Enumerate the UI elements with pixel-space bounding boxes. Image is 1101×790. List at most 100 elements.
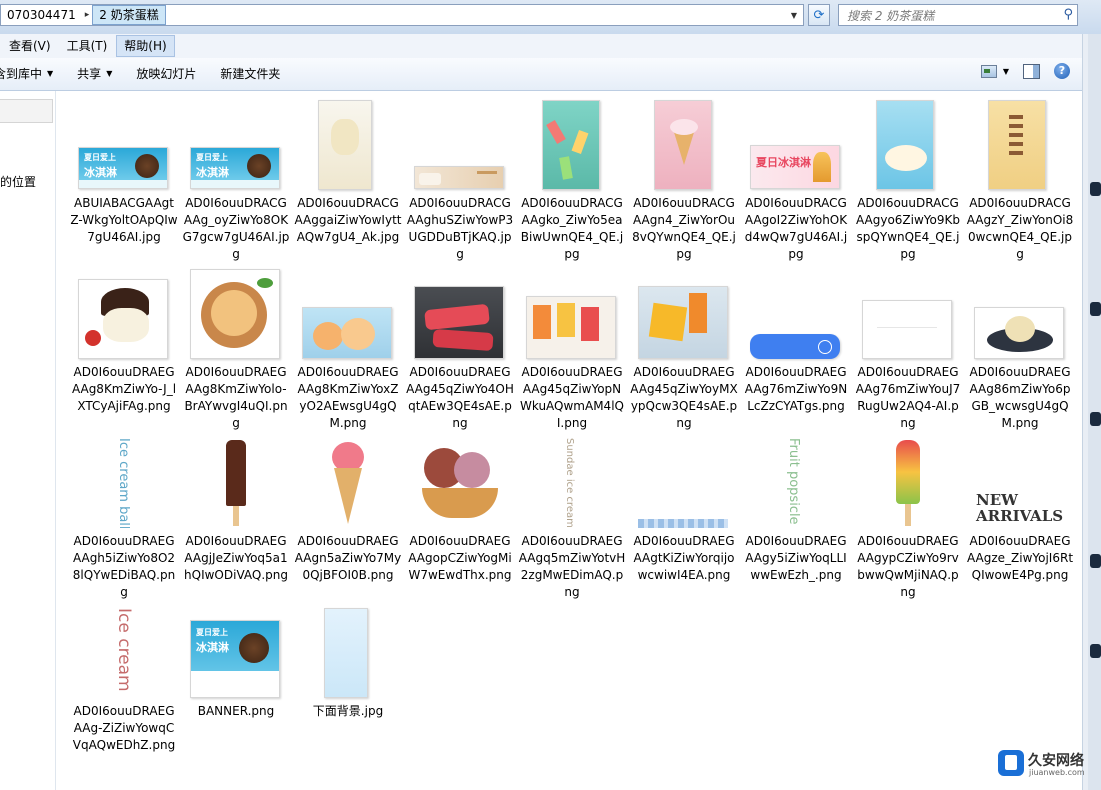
image-thumbnail: 夏日爱上 冰淇淋: [78, 147, 168, 189]
image-thumbnail: [750, 334, 840, 359]
refresh-button[interactable]: ⟳: [808, 4, 830, 26]
file-name: AD0I6ouuDRAEGAAgze_ZiwYojI6RtQIwowE4Pg.p…: [966, 534, 1074, 582]
image-thumbnail: [892, 438, 924, 528]
file-list: 夏日爱上 冰淇淋 ABUIABACGAAgtZ-WkgYoltOApQIw7gU…: [56, 91, 1082, 790]
file-name: AD0I6ouuDRAEGAAgopCZiwYogMiW7wEwdThx.png: [408, 534, 512, 582]
thumb-text: Fruit popsicle: [786, 438, 801, 525]
thumb-text: 冰淇淋: [196, 166, 229, 179]
menu-bar: 查看(V) 工具(T) 帮助(H): [0, 34, 1082, 59]
address-row: 070304471 ▸ 2 奶茶蛋糕 ▼ ⟳ ⚲: [0, 0, 1101, 34]
image-thumbnail: Ice cream ball: [116, 438, 132, 528]
image-thumbnail: [638, 519, 728, 528]
logo-icon: [998, 750, 1024, 776]
thumb-text: 夏日爱上: [196, 628, 228, 637]
image-thumbnail: [78, 279, 168, 359]
file-name: AD0I6ouuDRAEGAAg8KmZiwYoxZyO2AEwsgU4gQM.…: [297, 365, 399, 430]
slideshow-button[interactable]: 放映幻灯片: [124, 62, 208, 86]
image-thumbnail: [638, 286, 728, 359]
file-name: AD0I6ouuDRAEGAAg45qZiwYo4OHqtAEw3QE4sAE.…: [406, 365, 514, 430]
breadcrumb-current[interactable]: 2 奶茶蛋糕: [92, 5, 166, 25]
thumb-text: 冰淇淋: [196, 641, 229, 654]
change-view-button[interactable]: ▼: [980, 64, 1009, 78]
image-thumbnail: [862, 300, 952, 359]
nav-item[interactable]: [0, 99, 53, 123]
chevron-down-icon: ▼: [106, 69, 113, 78]
thumb-text: 夏日爱上: [196, 153, 228, 162]
thumb-text: 夏日冰淇淋: [756, 156, 811, 169]
include-library-button[interactable]: 含到库中 ▼: [0, 62, 65, 86]
include-library-label: 含到库中: [0, 67, 43, 81]
file-name: AD0I6ouuDRACGAAgn4_ZiwYorOu8vQYwnQE4_QE.…: [632, 196, 736, 261]
search-icon[interactable]: ⚲: [1063, 7, 1073, 22]
menu-tools[interactable]: 工具(T): [60, 35, 115, 57]
file-name: AD0I6ouuDRAEGAAg-ZiZiwYowqCVqAQwEDhZ.png: [72, 704, 176, 752]
image-thumbnail: [974, 307, 1064, 359]
file-name: ABUIABACGAAgtZ-WkgYoltOApQIw7gU46AI.jpg: [70, 196, 178, 244]
watermark-url: jiuanweb.com: [1029, 768, 1085, 777]
file-name: AD0I6ouuDRAEGAAg76mZiwYouJ7RugUw2AQ4-AI.…: [855, 365, 961, 430]
image-thumbnail: [318, 100, 372, 190]
file-name: AD0I6ouuDRACGAAgoI2ZiwYohOKd4wQw7gU46AI.…: [744, 196, 848, 261]
image-thumbnail: [876, 100, 934, 190]
watermark-name: 久安网络: [1028, 753, 1084, 769]
address-dropdown-icon[interactable]: ▼: [787, 7, 801, 23]
file-name: 下面背景.jpg: [312, 704, 384, 718]
file-name: AD0I6ouuDRAEGAAgn5aZiwYo7My0QjBFOI0B.png: [294, 534, 402, 582]
file-name: AD0I6ouuDRACGAAgko_ZiwYo5eaBiwUwnQE4_QE.…: [520, 196, 624, 261]
image-thumbnail: Sundae ice cream: [564, 438, 580, 528]
image-thumbnail: [542, 100, 600, 190]
image-thumbnail: NEW ARRIVALS: [974, 493, 1064, 528]
chevron-down-icon: ▼: [47, 69, 54, 78]
file-name: AD0I6ouuDRACGAAggaiZiwYowIyttAQw7gU4_Ak.…: [294, 196, 402, 244]
image-thumbnail: [654, 100, 712, 190]
background-window: [1088, 34, 1101, 790]
preview-pane-icon[interactable]: [1023, 63, 1040, 79]
navigation-pane: 的位置: [0, 91, 56, 790]
thumb-text: Ice cream ball: [116, 438, 131, 528]
image-thumbnail: [326, 438, 370, 528]
image-thumbnail: [220, 438, 252, 528]
help-icon[interactable]: ?: [1054, 63, 1070, 79]
image-thumbnail: [302, 307, 392, 359]
image-thumbnail: Fruit popsicle: [786, 438, 804, 528]
file-name: AD0I6ouuDRACGAAghuSZiwYowP3UGDDuBTjKAQ.j…: [406, 196, 514, 261]
image-thumbnail: [414, 438, 504, 528]
image-thumbnail: [526, 296, 616, 359]
address-bar[interactable]: 070304471 ▸ 2 奶茶蛋糕 ▼: [0, 4, 804, 26]
file-name: AD0I6ouuDRAEGAAgypCZiwYo9rvbwwQwMjiNAQ.p…: [857, 534, 959, 599]
share-label: 共享: [77, 67, 102, 81]
file-name: AD0I6ouuDRAEGAAg45qZiwYopNWkuAQwmAM4lQI.…: [520, 365, 624, 430]
breadcrumb-chevron-icon[interactable]: ▸: [82, 10, 93, 20]
image-thumbnail: [190, 269, 280, 359]
share-button[interactable]: 共享 ▼: [65, 62, 124, 86]
search-box[interactable]: ⚲: [838, 4, 1078, 26]
image-thumbnail: 夏日爱上 冰淇淋: [190, 147, 280, 189]
menu-view[interactable]: 查看(V): [2, 35, 58, 57]
nav-item-label[interactable]: 的位置: [0, 173, 36, 190]
menu-help[interactable]: 帮助(H): [116, 35, 175, 57]
file-name: AD0I6ouuDRAEGAAgjJeZiwYoq5a1hQIwODiVAQ.p…: [184, 534, 288, 582]
view-icon: [980, 64, 997, 78]
image-thumbnail: [414, 286, 504, 359]
file-name: AD0I6ouuDRAEGAAg8KmZiwYolo-BrAYwvgI4uQI.…: [184, 365, 288, 430]
search-input[interactable]: [845, 6, 1049, 26]
file-name: AD0I6ouuDRAEGAAg76mZiwYo9NLcZzCYATgs.png: [744, 365, 848, 413]
file-name: AD0I6ouuDRAEGAAgtKiZiwYorqijowcwiwI4EA.p…: [633, 534, 735, 582]
refresh-icon: ⟳: [813, 7, 825, 23]
file-name: AD0I6ouuDRAEGAAg8KmZiwYo-J_lXTCyAjiFAg.p…: [71, 365, 177, 413]
file-name: AD0I6ouuDRACGAAgyo6ZiwYo9KbspQYwnQE4_QE.…: [855, 196, 960, 261]
file-name: AD0I6ouuDRAEGAAgq5mZiwYotvH2zgMwEDimAQ.p…: [518, 534, 626, 599]
breadcrumb-parent[interactable]: 070304471: [1, 5, 82, 25]
new-folder-button[interactable]: 新建文件夹: [208, 62, 292, 86]
thumb-text: ARRIVALS: [976, 507, 1064, 525]
command-bar: 含到库中 ▼ 共享 ▼ 放映幻灯片 新建文件夹 ▼ ?: [0, 58, 1082, 91]
image-thumbnail: [414, 166, 504, 189]
image-thumbnail: [988, 100, 1046, 190]
file-name: AD0I6ouuDRACGAAgzY_ZiwYonOi80wcwnQE4_QE.…: [966, 196, 1074, 261]
image-thumbnail: [324, 608, 368, 698]
file-name: AD0I6ouuDRACGAAg_oyZiwYo8OKG7gcw7gU46AI.…: [182, 196, 290, 261]
file-name: AD0I6ouuDRAEGAAgh5iZiwYo8O28lQYwEDiBAQ.p…: [72, 534, 176, 599]
file-name: AD0I6ouuDRAEGAAg86mZiwYo6pGB_wcwsgU4gQM.…: [969, 365, 1071, 430]
image-thumbnail: Ice cream: [114, 608, 134, 698]
chevron-down-icon: ▼: [1002, 66, 1009, 76]
